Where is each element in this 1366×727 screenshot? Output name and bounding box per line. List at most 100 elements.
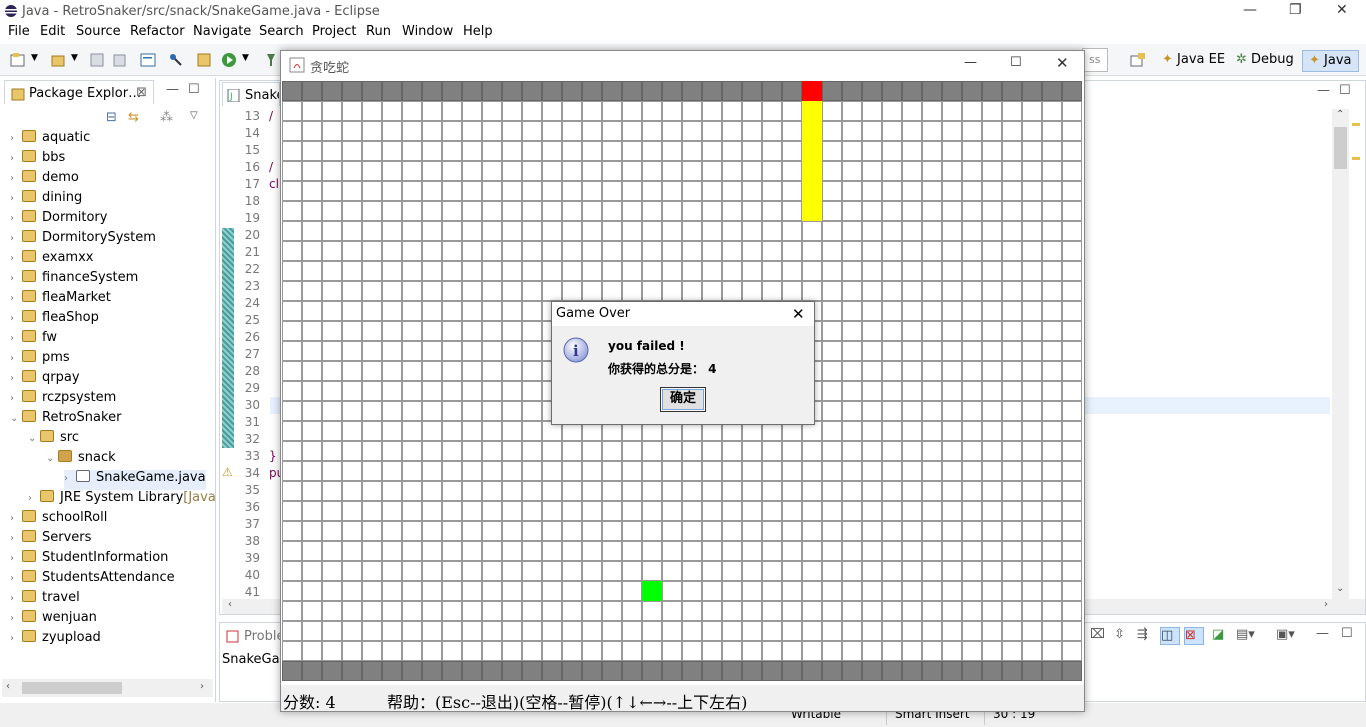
maximize-panel-icon[interactable]: ☐ <box>1341 626 1353 641</box>
new-console-icon[interactable]: ▣▾ <box>1276 627 1295 642</box>
vertical-scrollbar[interactable]: ⌃ ⌄ <box>1332 109 1349 599</box>
close-tab-icon[interactable]: ⊠ <box>136 85 147 100</box>
console-menu-icon[interactable]: ▤▾ <box>1236 627 1255 642</box>
tree-item[interactable]: › fleaMarket <box>10 290 111 310</box>
chevron-right-icon[interactable]: › <box>10 633 22 644</box>
menu-source[interactable]: Source <box>76 24 121 39</box>
tree-item[interactable]: › wenjuan <box>10 610 97 630</box>
minimize-panel-icon[interactable]: — <box>1316 626 1329 641</box>
chevron-right-icon[interactable]: › <box>10 533 22 544</box>
chevron-right-icon[interactable]: › <box>10 573 22 584</box>
pin-icon[interactable] <box>263 52 279 68</box>
tree-item[interactable]: › dining <box>10 190 82 210</box>
chevron-right-icon[interactable]: › <box>10 233 22 244</box>
menu-navigate[interactable]: Navigate <box>193 24 251 39</box>
chevron-right-icon[interactable]: › <box>10 153 22 164</box>
horizontal-scrollbar[interactable]: ‹ › <box>2 679 213 697</box>
menu-refactor[interactable]: Refactor <box>130 24 185 39</box>
perspective-java-ee[interactable]: ✦ Java EE <box>1156 50 1231 72</box>
open-console-icon[interactable]: ◪ <box>1212 627 1224 642</box>
menu-help[interactable]: Help <box>463 24 493 39</box>
tree-item[interactable]: ⌄ snack <box>46 450 116 470</box>
word-wrap-icon[interactable]: ⇶ <box>1137 627 1148 642</box>
maximize-icon[interactable]: ☐ <box>1010 55 1022 70</box>
filter-icon[interactable]: ⁂ <box>160 110 173 125</box>
chevron-down-icon[interactable]: ⌄ <box>28 433 40 444</box>
menu-project[interactable]: Project <box>312 24 356 39</box>
scroll-left-icon[interactable]: ‹ <box>228 599 232 610</box>
scroll-right-icon[interactable]: › <box>200 681 204 692</box>
view-menu-icon[interactable]: ▽ <box>190 110 198 121</box>
chevron-right-icon[interactable]: › <box>28 493 40 504</box>
tree-item[interactable]: › pms <box>10 350 70 370</box>
pin-console-icon[interactable]: ◫ <box>1160 627 1180 645</box>
menu-edit[interactable]: Edit <box>40 24 65 39</box>
tree-item[interactable]: › fw <box>10 330 57 350</box>
chevron-right-icon[interactable]: › <box>10 613 22 624</box>
editor-tab[interactable]: J SnakeG <box>222 82 280 106</box>
restore-icon[interactable]: ❐ <box>1289 2 1302 18</box>
collapse-all-icon[interactable]: ⊟ <box>106 110 117 125</box>
chevron-down-icon[interactable]: ⌄ <box>46 453 58 464</box>
tree-item[interactable]: › examxx <box>10 250 93 270</box>
scroll-left-icon[interactable]: ‹ <box>6 681 10 692</box>
open-perspective-icon[interactable] <box>1130 52 1146 68</box>
tree-item[interactable]: › fleaShop <box>10 310 99 330</box>
tree-item[interactable]: › SnakeGame.java <box>64 470 206 490</box>
ok-button[interactable]: 确定 <box>660 387 706 412</box>
tree-item[interactable]: › StudentInformation <box>10 550 168 570</box>
chevron-right-icon[interactable]: › <box>10 353 22 364</box>
perspective-debug[interactable]: ✲ Debug <box>1230 50 1300 72</box>
tree-item[interactable]: › demo <box>10 170 79 190</box>
tree-item[interactable]: › bbs <box>10 150 65 170</box>
chevron-right-icon[interactable]: › <box>10 513 22 524</box>
scroll-down-icon[interactable]: ⌄ <box>1336 583 1344 594</box>
close-icon[interactable]: ✕ <box>792 305 805 323</box>
close-icon[interactable]: ✕ <box>1056 54 1069 72</box>
chevron-right-icon[interactable]: › <box>10 393 22 404</box>
chevron-right-icon[interactable]: › <box>10 173 22 184</box>
tree-item[interactable]: › aquatic <box>10 130 90 150</box>
package-explorer-tab[interactable]: Package Explor… ⊠ <box>4 80 154 104</box>
minimize-icon[interactable]: — <box>1243 2 1257 18</box>
minimize-icon[interactable]: — <box>964 55 977 70</box>
chevron-right-icon[interactable]: › <box>10 193 22 204</box>
new-icon[interactable] <box>10 52 26 68</box>
chevron-right-icon[interactable]: › <box>10 273 22 284</box>
scrollbar-thumb[interactable] <box>22 682 122 694</box>
chevron-right-icon[interactable]: › <box>10 553 22 564</box>
menu-window[interactable]: Window <box>402 24 453 39</box>
menu-search[interactable]: Search <box>259 24 304 39</box>
tree-item[interactable]: › StudentsAttendance <box>10 570 175 590</box>
minimize-editor-icon[interactable]: — <box>1317 83 1330 98</box>
tree-item[interactable]: › Servers <box>10 530 91 550</box>
tree-item[interactable]: › financeSystem <box>10 270 138 290</box>
chevron-right-icon[interactable]: › <box>64 473 76 484</box>
chevron-right-icon[interactable]: › <box>10 253 22 264</box>
tree-item[interactable]: › travel <box>10 590 80 610</box>
quick-access-input[interactable]: ss <box>1082 48 1108 72</box>
tree-item[interactable]: › zyupload <box>10 630 101 650</box>
chevron-right-icon[interactable]: › <box>10 213 22 224</box>
scroll-up-icon[interactable]: ⌃ <box>1336 109 1344 120</box>
maximize-editor-icon[interactable]: ☐ <box>1339 83 1351 98</box>
save-all-icon[interactable] <box>111 52 127 68</box>
menu-run[interactable]: Run <box>366 24 391 39</box>
chevron-right-icon[interactable]: › <box>10 333 22 344</box>
chevron-right-icon[interactable]: › <box>10 373 22 384</box>
scroll-lock-icon[interactable]: ⇳ <box>1114 627 1125 642</box>
remove-all-icon[interactable]: ⌧ <box>1090 627 1105 642</box>
menu-file[interactable]: File <box>8 24 30 39</box>
chevron-down-icon[interactable]: ▼ <box>31 53 38 63</box>
tree-item[interactable]: › rczpsystem <box>10 390 116 410</box>
scroll-right-icon[interactable]: › <box>1324 599 1328 610</box>
tree-item[interactable]: › DormitorySystem <box>10 230 156 250</box>
tree-item[interactable]: › schoolRoll <box>10 510 107 530</box>
problems-tab[interactable]: Proble <box>222 625 282 649</box>
tree-item[interactable]: ⌄ RetroSnaker <box>10 410 121 430</box>
minimize-view-icon[interactable]: — <box>166 82 179 97</box>
tree-item[interactable]: › qrpay <box>10 370 80 390</box>
display-console-icon[interactable]: ⊠ <box>1184 627 1204 645</box>
tree-item[interactable]: › JRE System Library[Java <box>28 490 216 510</box>
tree-item[interactable]: › Dormitory <box>10 210 107 230</box>
